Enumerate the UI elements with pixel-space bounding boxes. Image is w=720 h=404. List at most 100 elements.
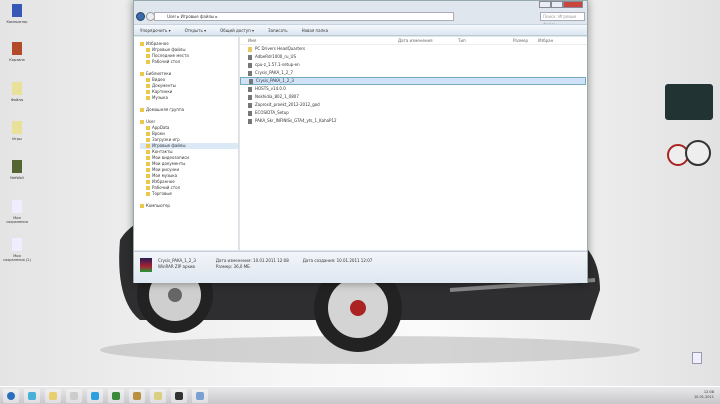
file-row[interactable]: HOSTS_v14.0.0 — [240, 85, 370, 93]
folder-icon — [146, 138, 150, 142]
file-row[interactable]: Crysis_PAKA_1_2_7 — [240, 69, 370, 77]
folder-icon — [146, 162, 150, 166]
folder-icon — [140, 108, 144, 112]
taskbar-utorrent[interactable] — [108, 388, 124, 403]
taskbar-explorer[interactable] — [45, 388, 61, 403]
recycle-bin-icon[interactable] — [692, 352, 702, 364]
file-row[interactable]: AdbeRdr1000_ru_US — [240, 53, 370, 61]
folder-icon — [146, 96, 150, 100]
file-row[interactable]: Crysis_PAKA_1_2_3 — [240, 77, 586, 85]
file-row[interactable]: Zaprosit_proekt_2012-2012_god — [240, 101, 370, 109]
media-icon — [70, 391, 78, 400]
new-folder-button[interactable]: Новая папка — [302, 28, 329, 33]
toolbar: Упорядочить ▾ Открыть ▾ Общий доступ ▾ З… — [134, 24, 587, 36]
folder-icon — [146, 150, 150, 154]
file-row[interactable]: PC Drivers HeadQuarters — [240, 45, 370, 53]
folder-icon — [49, 391, 57, 400]
skype-icon — [91, 391, 99, 400]
maximize-button[interactable] — [551, 1, 563, 8]
browser-icon — [28, 391, 36, 400]
folder-icon — [12, 82, 22, 95]
column-size[interactable]: Размер — [513, 37, 538, 44]
file-icon — [248, 102, 252, 108]
folder-icon — [146, 84, 150, 88]
document-icon — [196, 391, 204, 400]
desktop-icon-recycle[interactable]: Корзина — [2, 42, 32, 62]
file-icon — [12, 200, 22, 213]
windows-logo-icon — [7, 391, 15, 400]
address-bar[interactable]: User ▸ Игровые файлы ▸ — [154, 12, 454, 21]
file-row[interactable]: PAKA_Skr_INFINISs_GTA4_yts_1_KahaP12 — [240, 117, 370, 125]
folder-icon — [146, 132, 150, 136]
folder-icon — [146, 174, 150, 178]
column-headers: Имя Дата изменения Тип Размер Избран — [240, 37, 587, 45]
file-icon — [248, 62, 252, 68]
detail-size: Размер: 36,0 МБ — [215, 264, 250, 269]
folder-icon — [140, 120, 144, 124]
taskbar-game[interactable] — [171, 388, 187, 403]
explorer-window: User ▸ Игровые файлы ▸ Поиск: Игровые фа… — [133, 0, 588, 283]
taskbar-folder[interactable] — [150, 388, 166, 403]
file-list: Имя Дата изменения Тип Размер Избран PC … — [240, 37, 587, 250]
desktop-icon-computer[interactable]: Компьютер — [2, 4, 32, 24]
share-button[interactable]: Общий доступ ▾ — [220, 28, 254, 33]
column-name[interactable]: Имя — [248, 37, 398, 44]
file-icon — [12, 238, 22, 251]
file-icon — [248, 86, 252, 92]
nav-computer[interactable]: Компьютер — [140, 203, 238, 209]
folder-icon — [146, 144, 150, 148]
file-row[interactable]: cpu-z_1.57.1-setup-en — [240, 61, 370, 69]
game-icon — [175, 391, 183, 400]
taskbar-app[interactable] — [129, 388, 145, 403]
taskbar: 12:08 10.01.2011 — [0, 386, 720, 404]
file-row[interactable]: ECOSIDTA_Setup — [240, 109, 370, 117]
column-favorite[interactable]: Избран — [538, 37, 553, 44]
folder-icon — [146, 156, 150, 160]
folder-icon — [140, 204, 144, 208]
back-button[interactable] — [136, 12, 145, 21]
folder-icon — [140, 42, 144, 46]
title-bar[interactable] — [134, 1, 587, 11]
folder-icon — [146, 78, 150, 82]
folder-icon — [146, 54, 150, 58]
desktop-icon-netwall[interactable]: NetWall — [2, 160, 32, 180]
cpu-meter-gadget[interactable] — [665, 84, 713, 120]
file-icon — [248, 118, 252, 124]
folder-icon — [146, 168, 150, 172]
file-row[interactable]: Nokhidia_802_1_0807 — [240, 93, 370, 101]
desktop-icon-saves[interactable]: Мои сохранения — [2, 200, 32, 224]
details-pane: Crysis_PAKA_1_2_3 WinRAR ZIP архив Дата и… — [134, 251, 587, 283]
folder-icon — [146, 90, 150, 94]
file-icon — [248, 70, 252, 76]
organize-button[interactable]: Упорядочить ▾ — [140, 28, 171, 33]
search-input[interactable]: Поиск: Игровые файлы — [540, 12, 585, 27]
folder-icon — [154, 391, 162, 400]
start-button[interactable] — [3, 388, 19, 403]
taskbar-media[interactable] — [66, 388, 82, 403]
file-icon — [248, 94, 252, 100]
folder-icon — [146, 192, 150, 196]
minimize-button[interactable] — [539, 1, 551, 8]
folder-icon — [140, 72, 144, 76]
file-icon — [248, 54, 252, 60]
detail-type: WinRAR ZIP архив — [158, 264, 195, 269]
desktop-icon-games[interactable]: Игры — [2, 121, 32, 141]
file-thumbnail — [140, 258, 152, 272]
taskbar-word[interactable] — [192, 388, 208, 403]
app-icon — [133, 391, 141, 400]
desktop-icon-files[interactable]: Файлы — [2, 82, 32, 102]
desktop-icon-saves-2[interactable]: Мои сохранения (2) — [2, 238, 32, 262]
app-icon — [12, 160, 22, 173]
folder-icon — [146, 48, 150, 52]
column-type[interactable]: Тип — [458, 37, 513, 44]
utorrent-icon — [112, 391, 120, 400]
taskbar-skype[interactable] — [87, 388, 103, 403]
burn-button[interactable]: Записать — [268, 28, 288, 33]
open-button[interactable]: Открыть ▾ — [185, 28, 207, 33]
file-icon — [249, 78, 253, 84]
taskbar-ie[interactable] — [24, 388, 40, 403]
clock[interactable]: 12:08 10.01.2011 — [694, 390, 714, 400]
column-date[interactable]: Дата изменения — [398, 37, 458, 44]
close-button[interactable] — [563, 1, 583, 8]
gauge-gadget[interactable] — [665, 140, 713, 168]
